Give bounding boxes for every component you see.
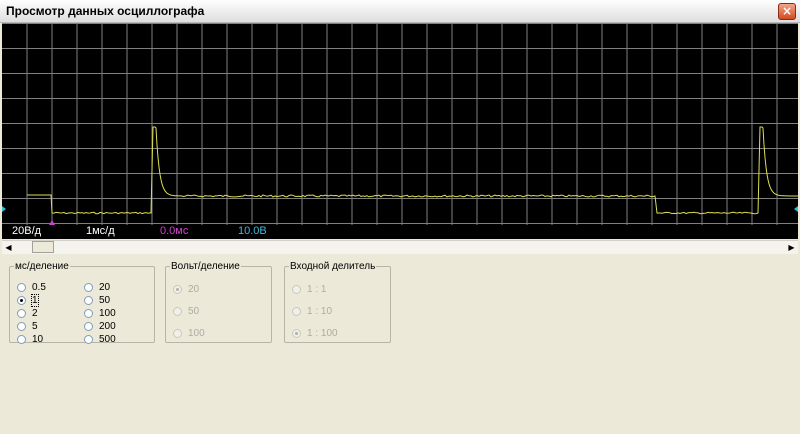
right-level-marker <box>794 206 798 212</box>
volts-division-group: Вольт/деление 20 50 100 <box>165 261 272 343</box>
time-option-200[interactable]: 200 <box>84 321 116 332</box>
scroll-right-icon[interactable]: ▶ <box>785 241 798 254</box>
time-option-10[interactable]: 10 <box>17 334 43 345</box>
oscilloscope-window: Просмотр данных осциллографа × 20В/д 1мс… <box>0 0 800 434</box>
volt-option-20[interactable]: 20 <box>173 284 199 295</box>
time-option-500[interactable]: 500 <box>84 334 116 345</box>
radio-checked-icon[interactable] <box>292 329 301 338</box>
radio-icon[interactable] <box>292 285 301 294</box>
left-level-marker <box>2 206 6 212</box>
input-divider-group: Входной делитель 1 : 1 1 : 10 1 : 100 <box>284 261 391 343</box>
time-offset-readout: 0.0мс <box>160 225 189 237</box>
close-icon[interactable]: × <box>778 3 796 20</box>
volt-option-100[interactable]: 100 <box>173 328 205 339</box>
radio-icon[interactable] <box>84 283 93 292</box>
time-option-20[interactable]: 20 <box>84 282 110 293</box>
input-divider-legend: Входной делитель <box>290 261 376 272</box>
oscilloscope-plot <box>2 23 798 225</box>
signal-trace <box>27 126 798 215</box>
scrollbar-thumb[interactable] <box>32 241 54 253</box>
radio-icon[interactable] <box>17 283 26 292</box>
radio-checked-icon[interactable] <box>17 296 26 305</box>
status-bar: 20В/д 1мс/д 0.0мс 10.0В <box>2 225 798 239</box>
volts-per-div-readout: 20В/д <box>12 225 42 237</box>
time-option-2[interactable]: 2 <box>17 308 38 319</box>
scroll-left-icon[interactable]: ◀ <box>2 241 15 254</box>
radio-icon[interactable] <box>17 335 26 344</box>
horizontal-scrollbar[interactable]: ◀ ▶ <box>2 240 798 254</box>
radio-icon[interactable] <box>173 329 182 338</box>
time-per-div-readout: 1мс/д <box>86 225 115 237</box>
radio-icon[interactable] <box>84 309 93 318</box>
time-option-1[interactable]: 1 <box>17 294 39 307</box>
radio-icon[interactable] <box>84 335 93 344</box>
volts-division-legend: Вольт/деление <box>171 261 240 272</box>
radio-icon[interactable] <box>84 322 93 331</box>
radio-icon[interactable] <box>84 296 93 305</box>
time-option-100[interactable]: 100 <box>84 308 116 319</box>
radio-icon[interactable] <box>173 307 182 316</box>
title-bar: Просмотр данных осциллографа × <box>0 0 800 23</box>
radio-icon[interactable] <box>292 307 301 316</box>
time-option-50[interactable]: 50 <box>84 295 110 306</box>
volt-option-50[interactable]: 50 <box>173 306 199 317</box>
window-title: Просмотр данных осциллографа <box>6 4 205 18</box>
time-division-group: мс/деление 0.5 1 2 5 10 20 50 100 200 50… <box>9 261 155 345</box>
radio-icon[interactable] <box>17 322 26 331</box>
radio-checked-icon[interactable] <box>173 285 182 294</box>
voltage-readout: 10.0В <box>238 225 267 237</box>
oscilloscope-screen <box>2 23 798 225</box>
radio-icon[interactable] <box>17 309 26 318</box>
time-option-0-5[interactable]: 0.5 <box>17 282 46 293</box>
time-option-5[interactable]: 5 <box>17 321 38 332</box>
divider-option-1-100[interactable]: 1 : 100 <box>292 328 338 339</box>
divider-option-1-10[interactable]: 1 : 10 <box>292 306 332 317</box>
divider-option-1-1[interactable]: 1 : 1 <box>292 284 326 295</box>
time-division-legend: мс/деление <box>15 261 69 272</box>
